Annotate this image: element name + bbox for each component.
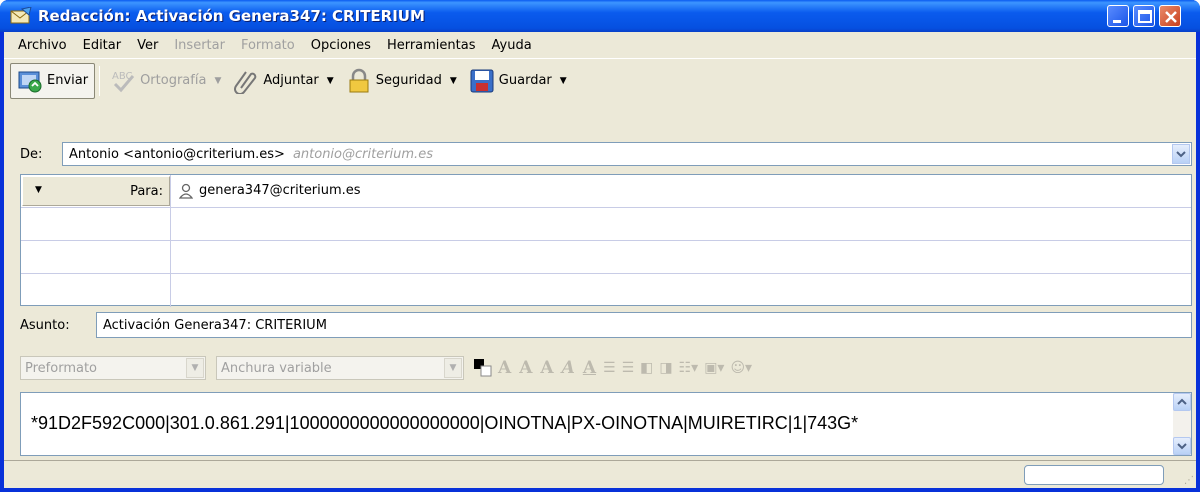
spellcheck-button[interactable]: ABC Ortografía ▼	[104, 63, 227, 99]
from-hint: antonio@criterium.es	[292, 146, 433, 162]
chevron-down-icon	[1177, 443, 1187, 450]
font-larger-icon[interactable]: A	[519, 358, 532, 378]
scroll-up-button[interactable]	[1173, 393, 1191, 411]
menu-insertar[interactable]: Insertar	[166, 38, 233, 53]
person-icon	[179, 183, 193, 199]
recipients-list: ▼ Para: genera347@criterium.es	[20, 174, 1192, 307]
status-bar: ⋰	[4, 460, 1196, 488]
close-icon	[1165, 11, 1177, 23]
send-button[interactable]: Enviar	[10, 62, 96, 99]
scroll-down-button[interactable]	[1173, 437, 1191, 455]
menu-formato[interactable]: Formato	[233, 38, 303, 53]
align-icon[interactable]: ☷▾	[679, 360, 699, 376]
security-dropdown-icon[interactable]: ▼	[450, 76, 457, 86]
compose-window: Redacción: Activación Genera347: CRITERI…	[0, 0, 1200, 492]
menu-bar: Archivo Editar Ver Insertar Formato Opci…	[4, 32, 1196, 58]
recipient-type-dropdown-icon: ▼	[35, 185, 42, 195]
paperclip-icon	[234, 70, 257, 94]
menu-herramientas[interactable]: Herramientas	[379, 38, 484, 53]
resize-grip-icon[interactable]: ⋰	[1184, 475, 1194, 486]
minimize-button[interactable]	[1107, 5, 1129, 27]
send-icon	[18, 71, 42, 92]
subject-label: Asunto:	[20, 318, 70, 333]
message-body[interactable]: *91D2F592C000|301.0.861.291|100000000000…	[20, 392, 1192, 456]
send-label: Enviar	[47, 73, 89, 88]
vertical-scrollbar[interactable]	[1173, 393, 1191, 455]
outdent-icon[interactable]: ◧	[640, 360, 653, 376]
main-toolbar: Enviar ABC Ortografía ▼ Adjuntar ▼ Segur…	[4, 58, 1196, 102]
from-select[interactable]: Antonio <antonio@criterium.es> antonio@c…	[62, 142, 1192, 166]
numbered-list-icon[interactable]: ☰	[622, 360, 635, 376]
menu-ayuda[interactable]: Ayuda	[484, 38, 540, 53]
save-button[interactable]: Guardar ▼	[463, 63, 573, 99]
chevron-down-icon[interactable]: ▼	[186, 358, 204, 378]
recipient-type-cell: ▼ Para:	[21, 175, 171, 207]
compose-icon	[10, 7, 32, 24]
status-progress-panel	[1024, 465, 1164, 485]
recipient-row-empty[interactable]	[21, 274, 1191, 307]
toolbar-separator	[99, 65, 101, 96]
window-title: Redacción: Activación Genera347: CRITERI…	[38, 7, 425, 25]
bullet-list-icon[interactable]: ☰	[603, 360, 616, 376]
save-label: Guardar	[498, 73, 552, 88]
message-body-text: *91D2F592C000|301.0.861.291|100000000000…	[31, 413, 859, 433]
spellcheck-icon: ABC	[112, 71, 135, 92]
recipient-row[interactable]: ▼ Para: genera347@criterium.es	[21, 175, 1191, 208]
attach-button[interactable]: Adjuntar ▼	[227, 63, 339, 99]
format-toolbar: Preformato ▼ Anchura variable ▼ A A A A …	[4, 350, 1196, 386]
maximize-icon	[1138, 10, 1152, 23]
paragraph-format-value: Preformato	[25, 360, 97, 376]
chevron-down-icon[interactable]: ▼	[444, 358, 462, 378]
attach-dropdown-icon[interactable]: ▼	[327, 76, 334, 86]
title-bar[interactable]: Redacción: Activación Genera347: CRITERI…	[0, 0, 1200, 32]
spellcheck-label: Ortografía	[140, 73, 207, 88]
recipient-type-cell	[21, 241, 171, 273]
menu-archivo[interactable]: Archivo	[10, 38, 75, 53]
recipient-address-input[interactable]: genera347@criterium.es	[199, 183, 361, 198]
font-value: Anchura variable	[221, 360, 332, 376]
recipient-row-empty[interactable]	[21, 208, 1191, 241]
underline-icon[interactable]: A	[583, 358, 596, 378]
recipient-type-cell	[21, 208, 171, 240]
maximize-button[interactable]	[1133, 5, 1155, 27]
smiley-icon[interactable]: ☺▾	[730, 360, 752, 376]
recipient-row-empty[interactable]	[21, 241, 1191, 274]
attach-label: Adjuntar	[263, 73, 319, 88]
subject-input[interactable]: Activación Genera347: CRITERIUM	[96, 312, 1192, 338]
minimize-icon	[1113, 20, 1121, 23]
spellcheck-dropdown-icon[interactable]: ▼	[214, 76, 221, 86]
font-smaller-icon[interactable]: A	[498, 358, 511, 378]
recipient-type-label: Para:	[130, 184, 163, 199]
security-label: Seguridad	[375, 73, 442, 88]
menu-editar[interactable]: Editar	[75, 38, 130, 53]
bold-icon[interactable]: A	[540, 358, 553, 378]
menu-opciones[interactable]: Opciones	[303, 38, 379, 53]
lock-icon	[349, 68, 369, 92]
font-select[interactable]: Anchura variable ▼	[216, 356, 464, 380]
from-dropdown-button[interactable]	[1172, 144, 1190, 164]
chevron-down-icon	[1176, 151, 1186, 158]
security-button[interactable]: Seguridad ▼	[340, 63, 463, 99]
from-label: De:	[20, 147, 43, 162]
insert-icon[interactable]: ▣▾	[704, 360, 724, 376]
close-button[interactable]	[1159, 5, 1181, 27]
recipient-type-cell	[21, 274, 171, 307]
indent-icon[interactable]: ◨	[659, 360, 672, 376]
save-dropdown-icon[interactable]: ▼	[560, 76, 567, 86]
from-value: Antonio <antonio@criterium.es>	[69, 146, 285, 162]
chevron-up-icon	[1177, 398, 1187, 405]
recipient-type-button[interactable]: ▼ Para:	[22, 176, 170, 206]
menu-ver[interactable]: Ver	[129, 38, 166, 53]
text-color-icon[interactable]	[472, 357, 494, 379]
paragraph-format-select[interactable]: Preformato ▼	[20, 356, 206, 380]
italic-icon[interactable]: A	[562, 358, 575, 378]
floppy-disk-icon	[470, 69, 494, 92]
